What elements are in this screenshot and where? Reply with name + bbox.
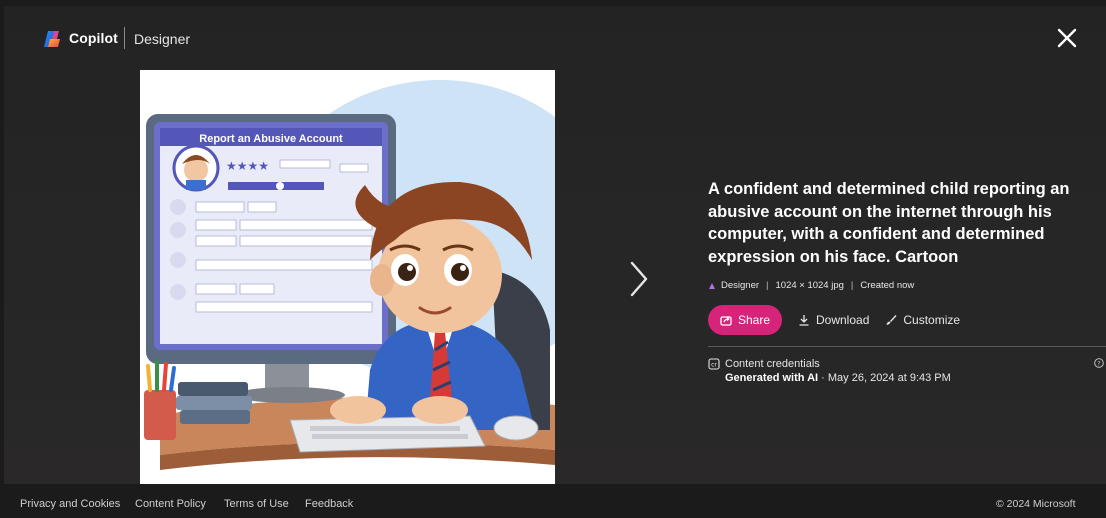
content-credentials-icon: cr bbox=[708, 358, 720, 370]
footer-link-feedback[interactable]: Feedback bbox=[305, 498, 353, 510]
share-label: Share bbox=[737, 313, 771, 327]
customize-button[interactable]: Customize bbox=[885, 313, 960, 327]
next-image-chevron-icon[interactable] bbox=[626, 259, 652, 299]
meta-created: Created now bbox=[860, 280, 915, 291]
viewer-frame: Copilot Designer Report an Abusive Accou… bbox=[4, 6, 1106, 484]
help-icon[interactable]: ? bbox=[1094, 358, 1104, 368]
meta-separator: | bbox=[850, 280, 854, 291]
image-prompt: A confident and determined child reporti… bbox=[708, 180, 1070, 266]
content-credentials: cr Content credentials Generated with AI… bbox=[708, 358, 951, 384]
brand-divider bbox=[124, 27, 125, 49]
meta-size: 1024 × 1024 jpg bbox=[775, 280, 844, 291]
share-button[interactable]: Share bbox=[708, 305, 782, 335]
meta-source: Designer bbox=[721, 280, 760, 291]
top-bar: Copilot Designer bbox=[4, 6, 1106, 68]
download-icon bbox=[799, 315, 809, 326]
image-meta: Designer | 1024 × 1024 jpg | Created now bbox=[708, 280, 1078, 291]
meta-separator: | bbox=[766, 280, 769, 291]
image-details-panel: A confident and determined child reporti… bbox=[708, 178, 1078, 335]
footer-link-terms[interactable]: Terms of Use bbox=[224, 498, 289, 510]
credentials-label: Content credentials bbox=[725, 358, 820, 370]
download-button[interactable]: Download bbox=[798, 313, 869, 327]
footer-link-privacy[interactable]: Privacy and Cookies bbox=[20, 498, 120, 510]
svg-text:cr: cr bbox=[711, 362, 717, 369]
generated-image[interactable]: Report an Abusive Account ★★★★ bbox=[140, 70, 555, 484]
generated-with-ai: Generated with AI bbox=[725, 372, 819, 384]
svg-text:?: ? bbox=[1097, 360, 1100, 368]
screen-heading: Report an Abusive Account bbox=[199, 133, 343, 145]
brand-name: Copilot bbox=[69, 30, 118, 46]
action-bar: Share Download Customize bbox=[708, 305, 1078, 335]
paintbrush-icon bbox=[886, 315, 897, 325]
details-divider bbox=[708, 346, 1106, 347]
close-icon[interactable] bbox=[1054, 25, 1080, 51]
copilot-logo-icon bbox=[44, 31, 60, 47]
designer-icon bbox=[709, 282, 715, 289]
customize-label: Customize bbox=[903, 313, 961, 327]
footer: Privacy and Cookies Content Policy Terms… bbox=[0, 484, 1106, 518]
generated-date: · May 26, 2024 at 9:43 PM bbox=[821, 372, 951, 384]
cartoon-illustration: Report an Abusive Account ★★★★ bbox=[140, 70, 555, 484]
copyright: © 2024 Microsoft bbox=[996, 498, 1076, 510]
download-label: Download bbox=[816, 313, 870, 327]
share-icon bbox=[720, 316, 732, 326]
product-name: Designer bbox=[134, 31, 191, 47]
svg-text:★★★★: ★★★★ bbox=[226, 159, 269, 173]
footer-link-content-policy[interactable]: Content Policy bbox=[135, 498, 206, 510]
